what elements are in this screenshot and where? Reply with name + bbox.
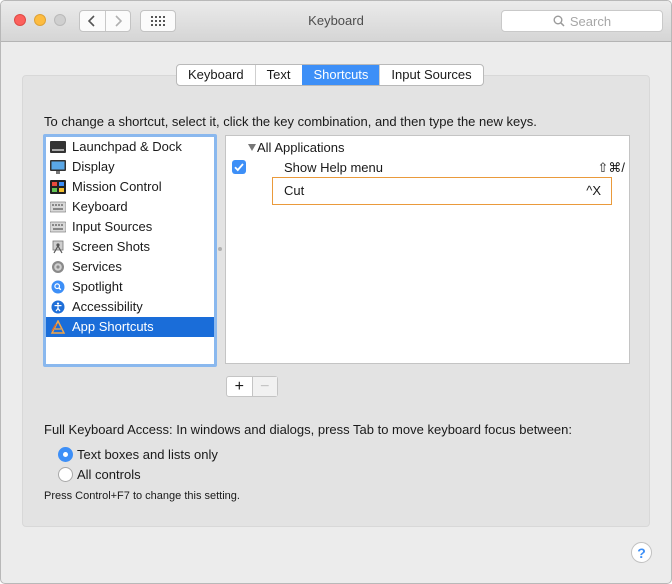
disclosure-triangle-icon	[248, 144, 256, 151]
tab-keyboard[interactable]: Keyboard	[177, 65, 255, 85]
accessibility-icon	[51, 300, 65, 314]
keyboard-icon	[50, 201, 66, 213]
shortcut-label[interactable]: Show Help menu	[284, 160, 383, 175]
shortcut-keys[interactable]: ^X	[521, 183, 601, 198]
category-label: Launchpad & Dock	[72, 139, 182, 154]
remove-button[interactable]: −	[251, 377, 277, 396]
category-label: Services	[72, 259, 122, 274]
shortcut-keys[interactable]: ⇧⌘/	[545, 160, 625, 176]
help-button[interactable]: ?	[631, 542, 652, 563]
display-icon	[50, 160, 66, 174]
shortcut-label[interactable]: Cut	[284, 183, 304, 198]
category-label: Input Sources	[72, 219, 153, 234]
keyboard-access-label: Full Keyboard Access: In windows and dia…	[44, 422, 572, 437]
category-list[interactable]: Launchpad & Dock Display Mission Control…	[43, 134, 217, 367]
preferences-window: Keyboard Search Keyboard Text Shortcuts …	[0, 0, 672, 584]
category-label: Accessibility	[72, 299, 143, 314]
hint-text: Press Control+F7 to change this setting.	[44, 490, 240, 502]
category-label: Screen Shots	[72, 239, 151, 254]
category-item-keyboard[interactable]: Keyboard	[46, 197, 214, 217]
radio-label[interactable]: Text boxes and lists only	[77, 447, 218, 462]
category-label: Mission Control	[72, 179, 162, 194]
mission-control-icon	[50, 180, 66, 194]
add-button[interactable]: +	[227, 377, 252, 396]
title-bar: Keyboard Search	[1, 1, 671, 42]
shortcut-list[interactable]: All Applications Show Help menu ⇧⌘/ Cut …	[225, 135, 630, 364]
category-item-mission-control[interactable]: Mission Control	[46, 177, 214, 197]
category-item-input-sources[interactable]: Input Sources	[46, 217, 214, 237]
tab-bar: Keyboard Text Shortcuts Input Sources	[176, 64, 484, 86]
split-view-handle[interactable]	[218, 247, 222, 251]
category-item-launchpad-dock[interactable]: Launchpad & Dock	[46, 137, 214, 157]
services-gear-icon	[52, 261, 64, 273]
shortcut-group-header[interactable]: All Applications	[248, 140, 345, 155]
tab-shortcuts[interactable]: Shortcuts	[301, 65, 380, 85]
launchpad-dock-icon	[50, 141, 66, 153]
shortcut-enable-checkbox[interactable]	[232, 160, 246, 174]
screen-shots-icon	[52, 240, 64, 254]
instruction-text: To change a shortcut, select it, click t…	[44, 114, 537, 129]
category-item-display[interactable]: Display	[46, 157, 214, 177]
category-label: Keyboard	[72, 199, 128, 214]
radio-text-boxes-lists[interactable]	[58, 447, 73, 462]
category-label: App Shortcuts	[72, 319, 154, 334]
shortcut-edit-row[interactable]: Cut ^X	[272, 177, 612, 205]
group-label: All Applications	[257, 140, 345, 155]
search-field[interactable]: Search	[501, 10, 663, 32]
input-sources-icon	[50, 221, 66, 233]
category-item-accessibility[interactable]: Accessibility	[46, 297, 214, 317]
category-item-spotlight[interactable]: Spotlight	[46, 277, 214, 297]
tab-input-sources[interactable]: Input Sources	[379, 65, 482, 85]
app-shortcuts-icon	[50, 320, 66, 334]
category-label: Spotlight	[72, 279, 123, 294]
checkmark-icon	[234, 163, 244, 172]
search-placeholder: Search	[569, 13, 612, 29]
radio-all-controls[interactable]	[58, 467, 73, 482]
category-item-screen-shots[interactable]: Screen Shots	[46, 237, 214, 257]
tab-text[interactable]: Text	[254, 65, 302, 85]
category-item-app-shortcuts[interactable]: App Shortcuts	[46, 317, 214, 337]
spotlight-icon	[51, 280, 65, 294]
category-label: Display	[72, 159, 115, 174]
search-icon	[553, 15, 565, 27]
radio-label[interactable]: All controls	[77, 467, 141, 482]
add-remove-buttons: + −	[226, 376, 278, 397]
category-item-services[interactable]: Services	[46, 257, 214, 277]
